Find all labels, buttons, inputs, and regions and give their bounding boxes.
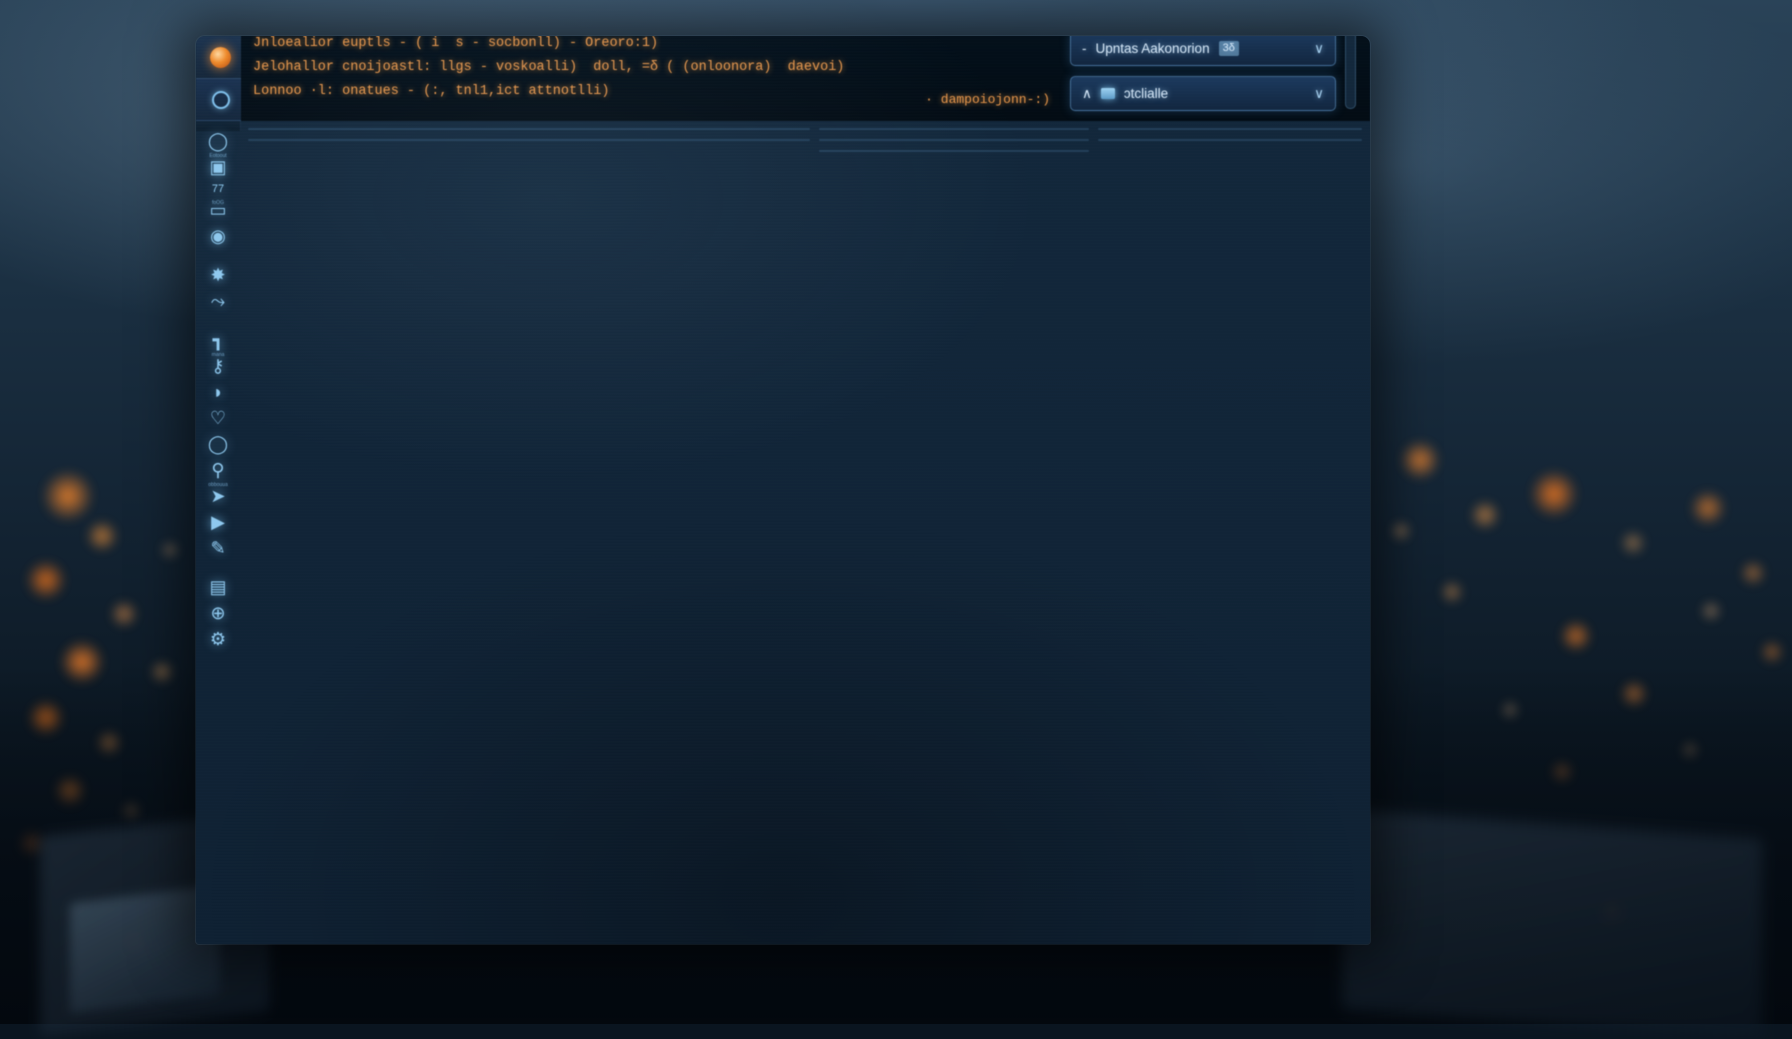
explorer-header[interactable]: Sphtua ↻ ‖ [249, 140, 528, 141]
debug-eye-icon-glyph: ◉ [210, 226, 226, 247]
debug-eye-icon[interactable]: ◉ [201, 226, 235, 247]
bokeh-light [1690, 490, 1726, 526]
person-key-icon-glyph: ⚷ [211, 356, 224, 377]
activity-bar[interactable]: ◯Eotoout▣77foOG▭◉✸⤳┓rnana⚷◗♡◯⚲obbouua➤▶✎… [196, 121, 241, 131]
console-panel: Cnnoloc ∨ Aonl:Alotnamer Dw ao(anoour.l … [819, 139, 1090, 141]
explorer-icon-glyph: ◯ [208, 131, 228, 152]
account-card-icon[interactable]: ▣ [201, 157, 235, 178]
right-bottom-header[interactable]: Dolonpa: ∨ [1099, 140, 1361, 141]
send-icon[interactable]: ➤ [201, 486, 235, 507]
notification-scrollbar[interactable] [1345, 36, 1356, 109]
screen-glow-overlay [196, 36, 1370, 944]
terminal-extra-text: · dampoiojonn-:) [925, 92, 1050, 107]
bokeh-light [1440, 580, 1464, 604]
card-icon-glyph: ▤ [209, 577, 226, 598]
tag-icon[interactable]: ◗ [201, 382, 235, 403]
user-profile-icon-glyph: ⚲ [211, 460, 224, 481]
chevron-down-icon[interactable]: ∨ [1314, 86, 1324, 102]
bokeh-light [1470, 500, 1500, 530]
aux-top-header[interactable]: Jor ∨ [820, 129, 1089, 130]
editor-tab-bar[interactable]: SavopovSonolonin: Onl-Jot: Nommerotation… [249, 129, 809, 130]
settings-icon-glyph: ⚙ [210, 629, 226, 650]
dropdown-label: Upntas Aakonorion [1096, 41, 1210, 56]
aux-top-panel: Jor ∨ CoaliionsiocGuncaainla:[ian oicoo·… [819, 128, 1090, 130]
update-notification-dropdown[interactable]: -Upntas Aakonorion 3δ ∨ [1070, 36, 1336, 66]
globe-icon-glyph: ⊕ [210, 603, 225, 624]
chevron-down-icon[interactable]: ∨ [1314, 41, 1324, 57]
dropdown-badge: 3δ [1219, 41, 1239, 56]
preview-pane-icon[interactable]: ▭ [201, 200, 235, 221]
play-icon[interactable]: ▶ [201, 512, 235, 533]
bokeh-light [1400, 440, 1440, 480]
aux-bottom-panel: Nomo, blc:Eoionolon9)Onorioopoo): On) , … [819, 150, 1090, 152]
circle-icon[interactable]: ◯ [201, 434, 235, 455]
dropdown-prefix-icon: ∧ [1082, 86, 1092, 102]
brush-icon-glyph: ✎ [210, 538, 225, 559]
installer-dropdown[interactable]: ∧ ɔtclialle ∨ [1070, 76, 1336, 111]
chart-icon-glyph: ┓ [213, 330, 224, 351]
send-icon-glyph: ➤ [210, 486, 225, 507]
run-icon[interactable]: ⤳ [201, 291, 235, 312]
explorer-outline-panel: Sphtua ↻ ‖ | ^ol: :) ⸢ ') ( | nopaes 1))… [248, 139, 810, 141]
right-top-header[interactable]: Ovaloefom ∨ [1099, 129, 1361, 130]
account-card-icon-glyph: ▣ [209, 157, 226, 178]
run-icon-glyph: ⤳ [211, 291, 225, 312]
bokeh-light [42, 470, 94, 522]
bokeh-light [1620, 530, 1646, 556]
bokeh-light [110, 600, 138, 628]
console-header[interactable]: Cnnoloc ∨ [820, 140, 1089, 141]
dropdown-prefix-icon: - [1082, 41, 1087, 56]
bokeh-light [1530, 470, 1578, 518]
heart-icon[interactable]: ♡ [201, 408, 235, 429]
extensions-snowflake-icon[interactable]: ✸ [201, 265, 235, 286]
background-keyboard [1342, 809, 1762, 1038]
explorer-icon[interactable]: ◯Eotoout [201, 131, 235, 152]
outline-header[interactable]: InadolcGtemelion: ⋮ ♟ ‖ [529, 140, 808, 141]
heart-icon-glyph: ♡ [210, 408, 226, 429]
bokeh-light [1760, 640, 1784, 664]
bokeh-light [86, 520, 118, 552]
play-icon-glyph: ▶ [211, 512, 225, 533]
tag-icon-glyph: ◗ [213, 382, 224, 403]
settings-icon[interactable]: ⚙ [201, 629, 235, 650]
brush-icon[interactable]: ✎ [201, 538, 235, 559]
notification-dropdown-stack: -Upntas Aakonorion 3δ ∨ ∧ ɔtclialle ∨ [1070, 36, 1336, 111]
editor-area: SavopovSonolonin: Onl-Jot: Nommerotation… [241, 121, 1370, 128]
editor-panel: SavopovSonolonin: Onl-Jot: Nommerotation… [248, 128, 810, 130]
counter-icon[interactable]: 77foOG [201, 183, 235, 195]
circle-logo-icon[interactable] [212, 91, 230, 109]
screen-scanlines [196, 36, 1370, 944]
user-profile-icon[interactable]: ⚲obbouua [201, 460, 235, 481]
application-window: PowerholCremobsDatsonSectionConolopgaion… [196, 36, 1370, 944]
extensions-snowflake-icon-glyph: ✸ [210, 265, 225, 286]
bokeh-light [1560, 620, 1592, 652]
card-icon[interactable]: ▤ [201, 577, 235, 598]
circle-icon-glyph: ◯ [208, 434, 228, 455]
globe-icon[interactable]: ⊕ [201, 603, 235, 624]
preview-pane-icon-glyph: ▭ [209, 200, 226, 221]
bokeh-light [1740, 560, 1766, 586]
bokeh-light [160, 540, 180, 560]
dropdown-label: ɔtclialle [1124, 86, 1168, 101]
right-bottom-panel: Dolonpa: ∨ Jovisgonatioa ‖∨ Lnaok-ll)· /… [1098, 139, 1362, 141]
folder-icon [1101, 88, 1115, 99]
right-top-panel: Ovaloefom ∨ ✚ Lrnal) )ⓩΑ') i¯l⸢ₑ, Coanlo… [1098, 128, 1362, 130]
bokeh-light [26, 560, 66, 600]
bokeh-light [1390, 520, 1412, 542]
person-key-icon[interactable]: ⚷ [201, 356, 235, 377]
counter-icon-glyph: 77 [212, 183, 224, 195]
bokeh-light [1700, 600, 1722, 622]
chart-icon[interactable]: ┓rnana [201, 330, 235, 351]
app-logo-icon [210, 47, 231, 68]
